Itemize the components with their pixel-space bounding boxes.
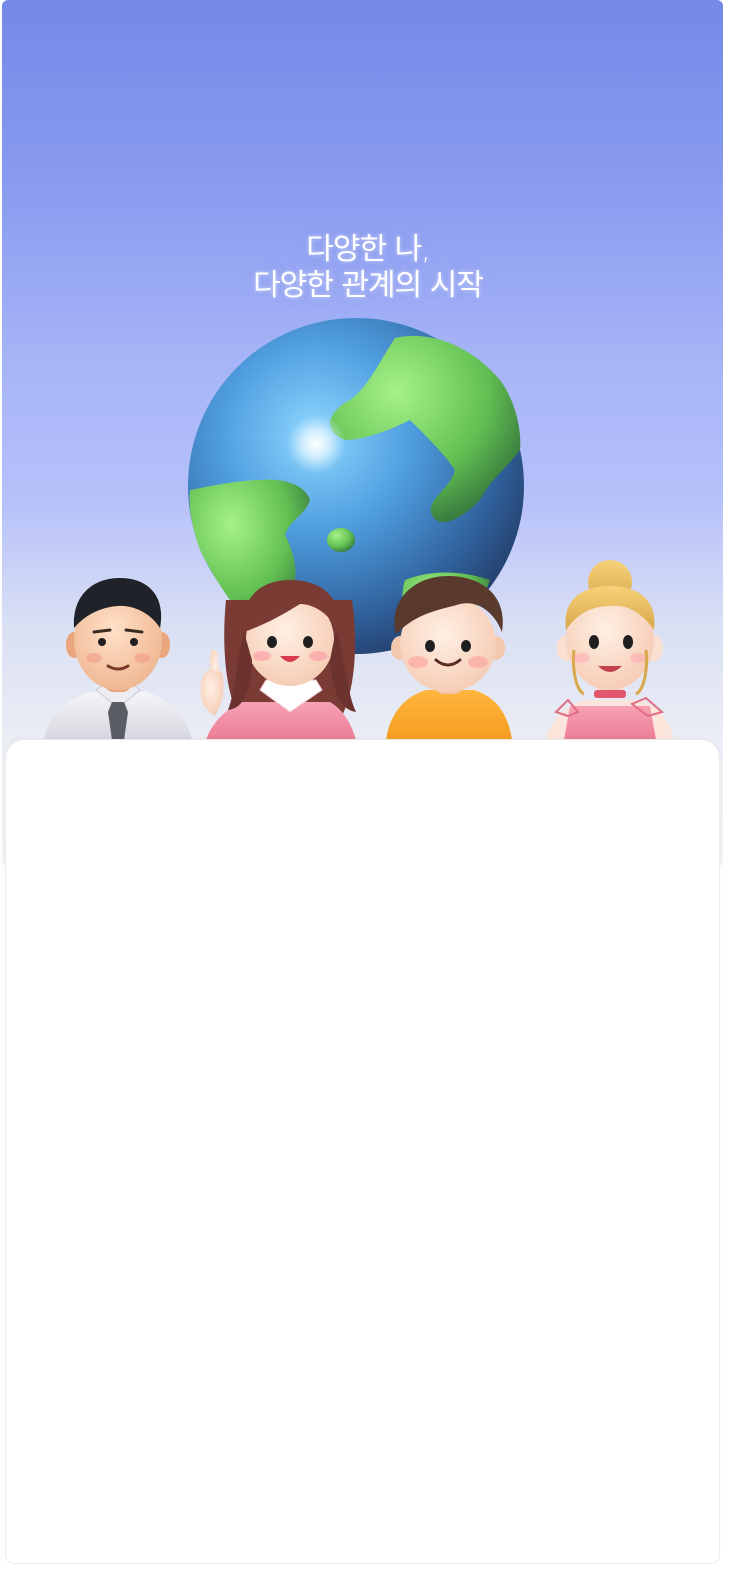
bottom-sheet [6,740,719,1563]
boy-in-orange-shirt-avatar [386,576,512,740]
woman-with-blonde-bun-avatar [546,560,674,740]
girl-in-pink-dress-avatar [200,580,356,740]
app-screen: 다양한 나, 다양한 관계의 시작 [0,0,732,1583]
man-in-shirt-avatar [44,578,192,740]
hero-illustration [44,318,674,740]
